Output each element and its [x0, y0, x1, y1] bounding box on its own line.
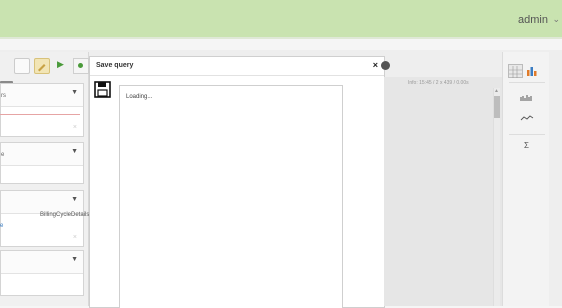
dialog-header: Save query ×: [90, 57, 384, 76]
top-header-bar: admin ⌄: [0, 0, 562, 39]
bar-chart-icon[interactable]: [527, 66, 537, 76]
scroll-up-icon[interactable]: ▲: [494, 88, 499, 94]
user-menu[interactable]: admin ⌄: [518, 14, 560, 26]
caret-down-icon[interactable]: ▼: [71, 256, 78, 263]
sidebar-panel-1: rs ▼ ×: [0, 83, 84, 137]
grid-icon: [509, 66, 522, 78]
sidebar-panel-2: e ▼: [0, 142, 84, 184]
line-chart-icon[interactable]: [520, 114, 534, 122]
query-text-editor[interactable]: Loading...: [119, 85, 343, 308]
loading-text: Loading...: [126, 94, 153, 100]
validation-underline: [0, 114, 80, 115]
panel-link[interactable]: e: [0, 223, 3, 229]
sidebar-panel-3: ▼ ×: [0, 190, 84, 247]
result-pane: [384, 77, 502, 306]
new-query-button[interactable]: [14, 58, 30, 74]
panel-header[interactable]: ▼: [1, 251, 83, 274]
result-scrollbar[interactable]: ▲: [493, 88, 500, 306]
caret-down-icon[interactable]: ▼: [71, 196, 78, 203]
sidebar-panel-4: ▼: [0, 250, 84, 296]
execute-button[interactable]: [73, 58, 89, 74]
table-view-icon[interactable]: [508, 64, 523, 78]
pencil-icon: [38, 64, 46, 72]
chevron-down-icon: ⌄: [552, 14, 560, 24]
caret-down-icon[interactable]: ▼: [71, 89, 78, 96]
header-divider: [0, 37, 562, 39]
splitter-handle[interactable]: [381, 61, 390, 70]
run-play-icon[interactable]: ▶: [57, 59, 64, 70]
billing-cycle-details-label: BillingCycleDetails: [40, 212, 90, 218]
panel-header[interactable]: rs ▼: [1, 84, 83, 107]
panel-label: rs: [1, 93, 6, 99]
panel-header[interactable]: ▼: [1, 191, 83, 214]
clear-icon[interactable]: ×: [73, 234, 77, 241]
user-name: admin: [518, 14, 548, 26]
right-tool-rail: [502, 52, 549, 306]
close-icon[interactable]: ×: [373, 60, 378, 70]
rail-divider: [509, 134, 545, 135]
save-query-dialog: Save query × Loading...: [89, 56, 385, 308]
dialog-title: Save query: [96, 62, 134, 69]
column-chart-icon[interactable]: [520, 94, 533, 102]
clear-icon[interactable]: ×: [73, 124, 77, 131]
caret-down-icon[interactable]: ▼: [71, 148, 78, 155]
query-info-text: Info: 15:45 / 2 x 439 / 0.00s: [408, 80, 469, 86]
scroll-thumb[interactable]: [494, 96, 500, 118]
panel-header[interactable]: e ▼: [1, 143, 83, 166]
edit-pencil-button[interactable]: [34, 58, 50, 74]
sigma-icon[interactable]: Σ: [524, 141, 529, 150]
floppy-disk-icon: [94, 81, 111, 98]
query-toolbar: ▶: [0, 55, 89, 77]
panel-label: e: [1, 152, 5, 158]
rail-divider: [509, 82, 545, 83]
